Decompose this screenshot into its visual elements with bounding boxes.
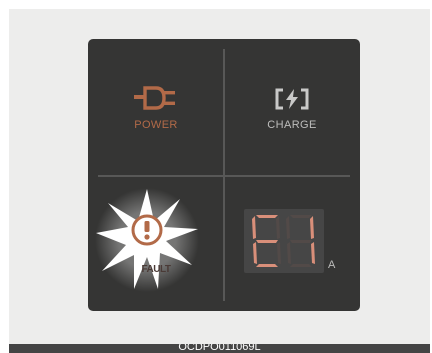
caption-bar: OCDPO011069L [9, 344, 430, 353]
indicator-panel: POWER CHARGE FAULT A [88, 39, 360, 311]
plug-icon [134, 86, 175, 110]
fault-label: FAULT [141, 264, 171, 275]
charge-indicator: CHARGE [224, 39, 360, 175]
power-label: POWER [134, 119, 178, 131]
fault-indicator: FAULT [88, 175, 224, 311]
power-indicator: POWER [88, 39, 224, 175]
segment-display-cell: A [224, 175, 360, 311]
display-unit: A [328, 259, 336, 271]
battery-bolt-icon [275, 88, 309, 110]
charge-label: CHARGE [267, 119, 317, 131]
warning-burst-icon [95, 188, 199, 292]
segment-display [244, 209, 324, 273]
figure-code: OCDPO011069L [178, 344, 261, 353]
segment-digits [252, 215, 315, 267]
